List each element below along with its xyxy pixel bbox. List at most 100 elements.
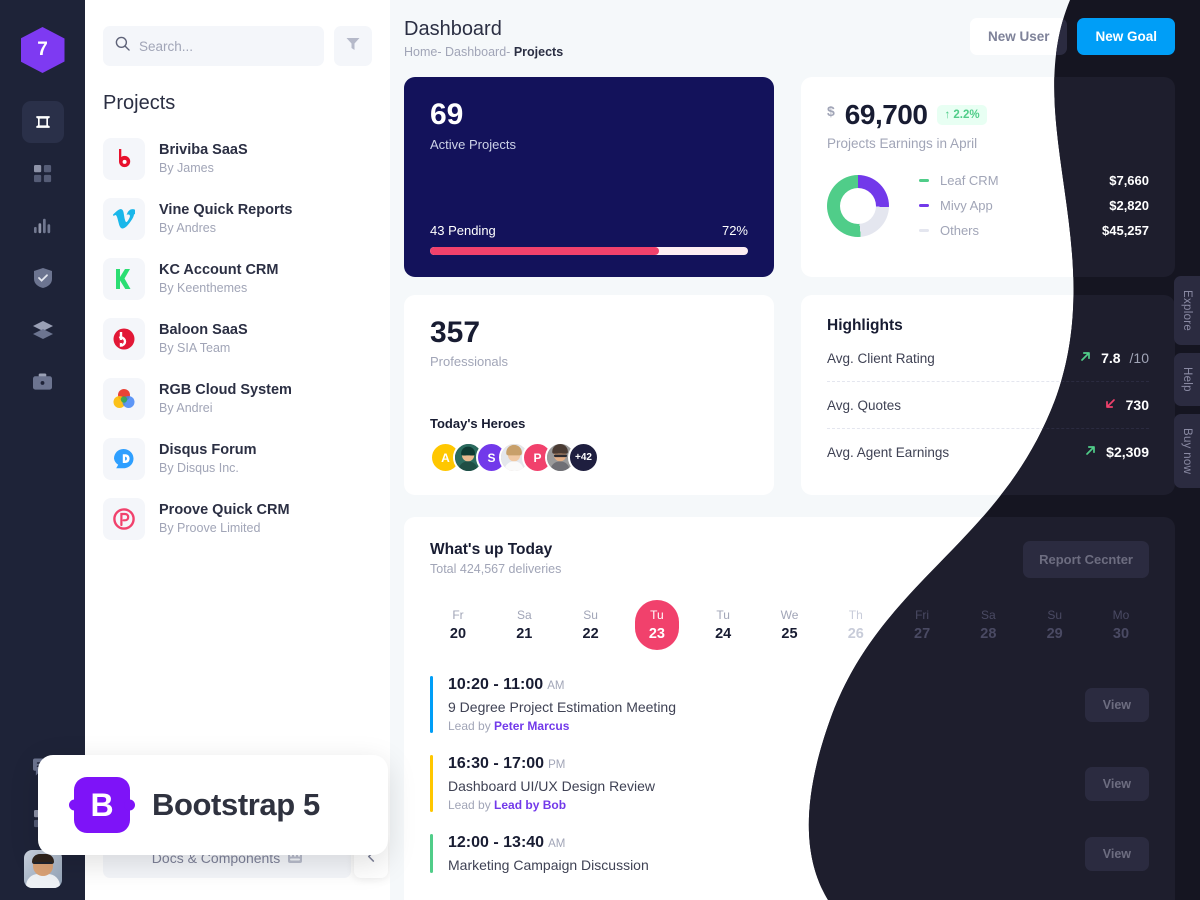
- day-cell[interactable]: Fr 20: [436, 600, 480, 650]
- breadcrumb-home[interactable]: Home-: [404, 45, 442, 59]
- event-view-button[interactable]: View: [1085, 767, 1149, 801]
- breadcrumb-current: Projects: [513, 45, 564, 59]
- project-author: By Proove Limited: [159, 521, 261, 536]
- heroes-group: Today's Heroes A S P +42: [430, 416, 748, 473]
- day-num: 24: [715, 626, 732, 642]
- side-tab-help[interactable]: Help: [1174, 353, 1200, 406]
- report-center-button-dark[interactable]: Report Cecnter: [1023, 541, 1149, 578]
- highlight-suffix: /10: [1129, 350, 1149, 366]
- rail-item-layers[interactable]: [22, 309, 64, 351]
- day-cell[interactable]: Tu 24: [701, 600, 745, 650]
- search-input[interactable]: [139, 38, 312, 54]
- day-cell[interactable]: Fri 27: [900, 600, 944, 650]
- project-item[interactable]: Vine Quick Reports By Andres: [103, 189, 390, 249]
- active-projects-progress-group: 43 Pending 72%: [430, 223, 748, 255]
- app-logo-text: 7: [37, 39, 48, 60]
- day-num: 28: [980, 626, 997, 642]
- day-cell[interactable]: We 25: [767, 600, 811, 650]
- highlight-value-group: $2,309: [1084, 444, 1149, 460]
- side-tab-explore[interactable]: Explore: [1174, 276, 1200, 346]
- highlight-value: 7.8: [1101, 350, 1121, 366]
- event-lead: Lead by Lead by Bob: [448, 798, 655, 812]
- event-lead: Lead by Peter Marcus: [448, 719, 676, 733]
- new-user-button[interactable]: New User: [969, 18, 1068, 55]
- project-item[interactable]: RGB Cloud System By Andrei: [103, 369, 390, 429]
- rail-item-grid[interactable]: [22, 153, 64, 195]
- event-text: 12:00 - 13:40AM Marketing Campaign Discu…: [448, 834, 649, 873]
- legend-value: $7,660: [1109, 173, 1149, 188]
- highlight-value: $2,309: [1106, 444, 1149, 460]
- event-view-button[interactable]: View: [1085, 688, 1149, 722]
- avatar-more[interactable]: +42: [568, 442, 599, 473]
- rgb-logo: [103, 378, 145, 420]
- projects-list: Briviba SaaS By James Vine Quick Reports…: [85, 115, 390, 549]
- legend-label: Mivy App: [940, 198, 993, 213]
- user-avatar[interactable]: [23, 850, 62, 888]
- heroes-avatars: A S P +42: [430, 442, 748, 473]
- event-lead-name[interactable]: Lead by Bob: [494, 798, 566, 812]
- today-title-group: What's up Today Total 424,567 deliveries: [430, 541, 561, 576]
- project-name: Briviba SaaS: [159, 141, 248, 158]
- cube-icon: [33, 112, 53, 132]
- project-text: Baloon SaaS By SIA Team: [159, 321, 248, 357]
- search-box[interactable]: [103, 26, 324, 66]
- breadcrumb-dashboard[interactable]: Dashboard-: [445, 45, 510, 59]
- earnings-donut-chart: [827, 174, 889, 237]
- new-goal-button-dark[interactable]: New Goal: [1077, 18, 1175, 55]
- day-cell[interactable]: Sa 21: [502, 600, 546, 650]
- earnings-delta: 2.2%: [953, 109, 980, 121]
- projects-title: Projects: [103, 92, 176, 114]
- day-num: 26: [847, 626, 864, 642]
- highlight-label: Avg. Agent Earnings: [827, 444, 950, 460]
- event-view-button[interactable]: View: [1085, 837, 1149, 871]
- legend-left: Mivy App: [919, 198, 993, 213]
- rail-item-cube[interactable]: [21, 101, 64, 143]
- project-text: Briviba SaaS By James: [159, 141, 248, 177]
- today-subtitle: Total 424,567 deliveries: [430, 562, 562, 576]
- app-logo[interactable]: 7: [20, 27, 65, 73]
- event-lead-name[interactable]: Peter Marcus: [494, 719, 569, 733]
- project-item[interactable]: Baloon SaaS By SIA Team: [103, 309, 390, 369]
- event-title: Dashboard UI/UX Design Review: [448, 778, 655, 794]
- project-item[interactable]: Briviba SaaS By James: [103, 129, 390, 189]
- day-num: 21: [516, 626, 533, 642]
- day-cell[interactable]: Sa 28: [966, 600, 1010, 650]
- day-dow: Mo: [1112, 608, 1130, 622]
- side-tab-buy-now[interactable]: Buy now: [1174, 413, 1200, 489]
- event-color-bar: [430, 676, 433, 733]
- rail-item-briefcase[interactable]: [22, 361, 64, 403]
- active-projects-card[interactable]: 69 Active Projects 43 Pending 72%: [404, 77, 774, 277]
- project-name: RGB Cloud System: [159, 381, 292, 398]
- shield-check-icon: [33, 268, 52, 288]
- breadcrumb: Home- Dashboard- Projects: [404, 45, 563, 59]
- filter-button[interactable]: [334, 26, 372, 66]
- day-cell[interactable]: Mo 30: [1099, 600, 1143, 650]
- project-item[interactable]: Disqus Forum By Disqus Inc.: [103, 429, 390, 489]
- day-cell[interactable]: Su 29: [1033, 600, 1077, 650]
- p-logo-red: [103, 498, 145, 540]
- project-author: By Andrei: [159, 401, 213, 416]
- day-num: 25: [781, 626, 798, 642]
- day-dow: Su: [583, 608, 598, 622]
- event-title: Marketing Campaign Discussion: [448, 857, 649, 873]
- avatar-body: [25, 874, 60, 888]
- rail-item-security[interactable]: [22, 257, 64, 299]
- heroes-label: Today's Heroes: [430, 416, 526, 431]
- bootstrap-badge-label: Bootstrap 5: [152, 787, 320, 822]
- bar-chart-icon: [33, 218, 52, 234]
- arrow-up-icon: ↑: [944, 109, 951, 121]
- project-item[interactable]: Proove Quick CRM By Proove Limited: [103, 489, 390, 549]
- day-dow: Tu: [650, 608, 664, 622]
- day-cell-selected[interactable]: Tu 23: [634, 600, 679, 650]
- page-title: Dashboard: [404, 18, 502, 40]
- project-author: By Disqus Inc.: [159, 461, 239, 476]
- event-time: 10:20 - 11:00AM: [448, 676, 676, 694]
- rail-item-analytics[interactable]: [22, 205, 64, 247]
- day-num: 23: [648, 626, 665, 642]
- search-icon: [115, 36, 130, 56]
- day-cell[interactable]: Su 22: [569, 600, 613, 650]
- project-item[interactable]: KC Account CRM By Keenthemes: [103, 249, 390, 309]
- project-text: Proove Quick CRM By Proove Limited: [159, 501, 290, 537]
- professionals-card[interactable]: 357 Professionals Today's Heroes A S P +…: [404, 295, 774, 495]
- active-projects-label: Active Projects: [430, 136, 516, 152]
